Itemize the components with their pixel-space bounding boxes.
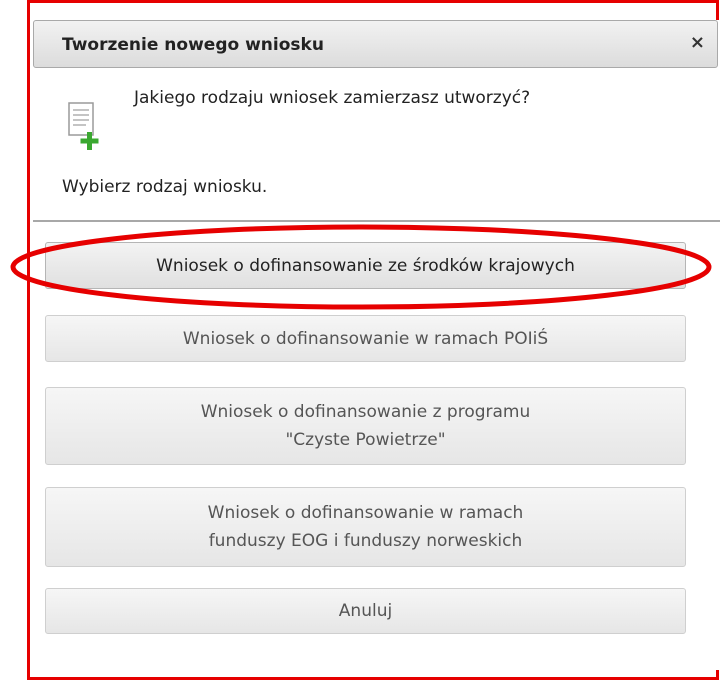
divider — [33, 220, 720, 222]
close-icon[interactable]: × — [690, 33, 705, 53]
cancel-button[interactable]: Anuluj — [45, 588, 686, 634]
dialog-instruction: Wybierz rodzaj wniosku. — [62, 177, 268, 197]
option-clean-air-button[interactable]: Wniosek o dofinansowanie z programu "Czy… — [45, 387, 686, 465]
option-national-funds-button[interactable]: Wniosek o dofinansowanie ze środków kraj… — [45, 242, 686, 289]
dialog-question: Jakiego rodzaju wniosek zamierzasz utwor… — [134, 88, 531, 108]
option-eog-norway-button[interactable]: Wniosek o dofinansowanie w ramach fundus… — [45, 487, 686, 567]
new-application-dialog: Tworzenie nowego wniosku × Jakiego rodza… — [33, 20, 720, 670]
option-poiis-button[interactable]: Wniosek o dofinansowanie w ramach POIiŚ — [45, 315, 686, 362]
dialog-title: Tworzenie nowego wniosku — [62, 35, 324, 55]
dialog-titlebar: Tworzenie nowego wniosku × — [33, 20, 718, 68]
document-add-icon — [68, 102, 99, 150]
